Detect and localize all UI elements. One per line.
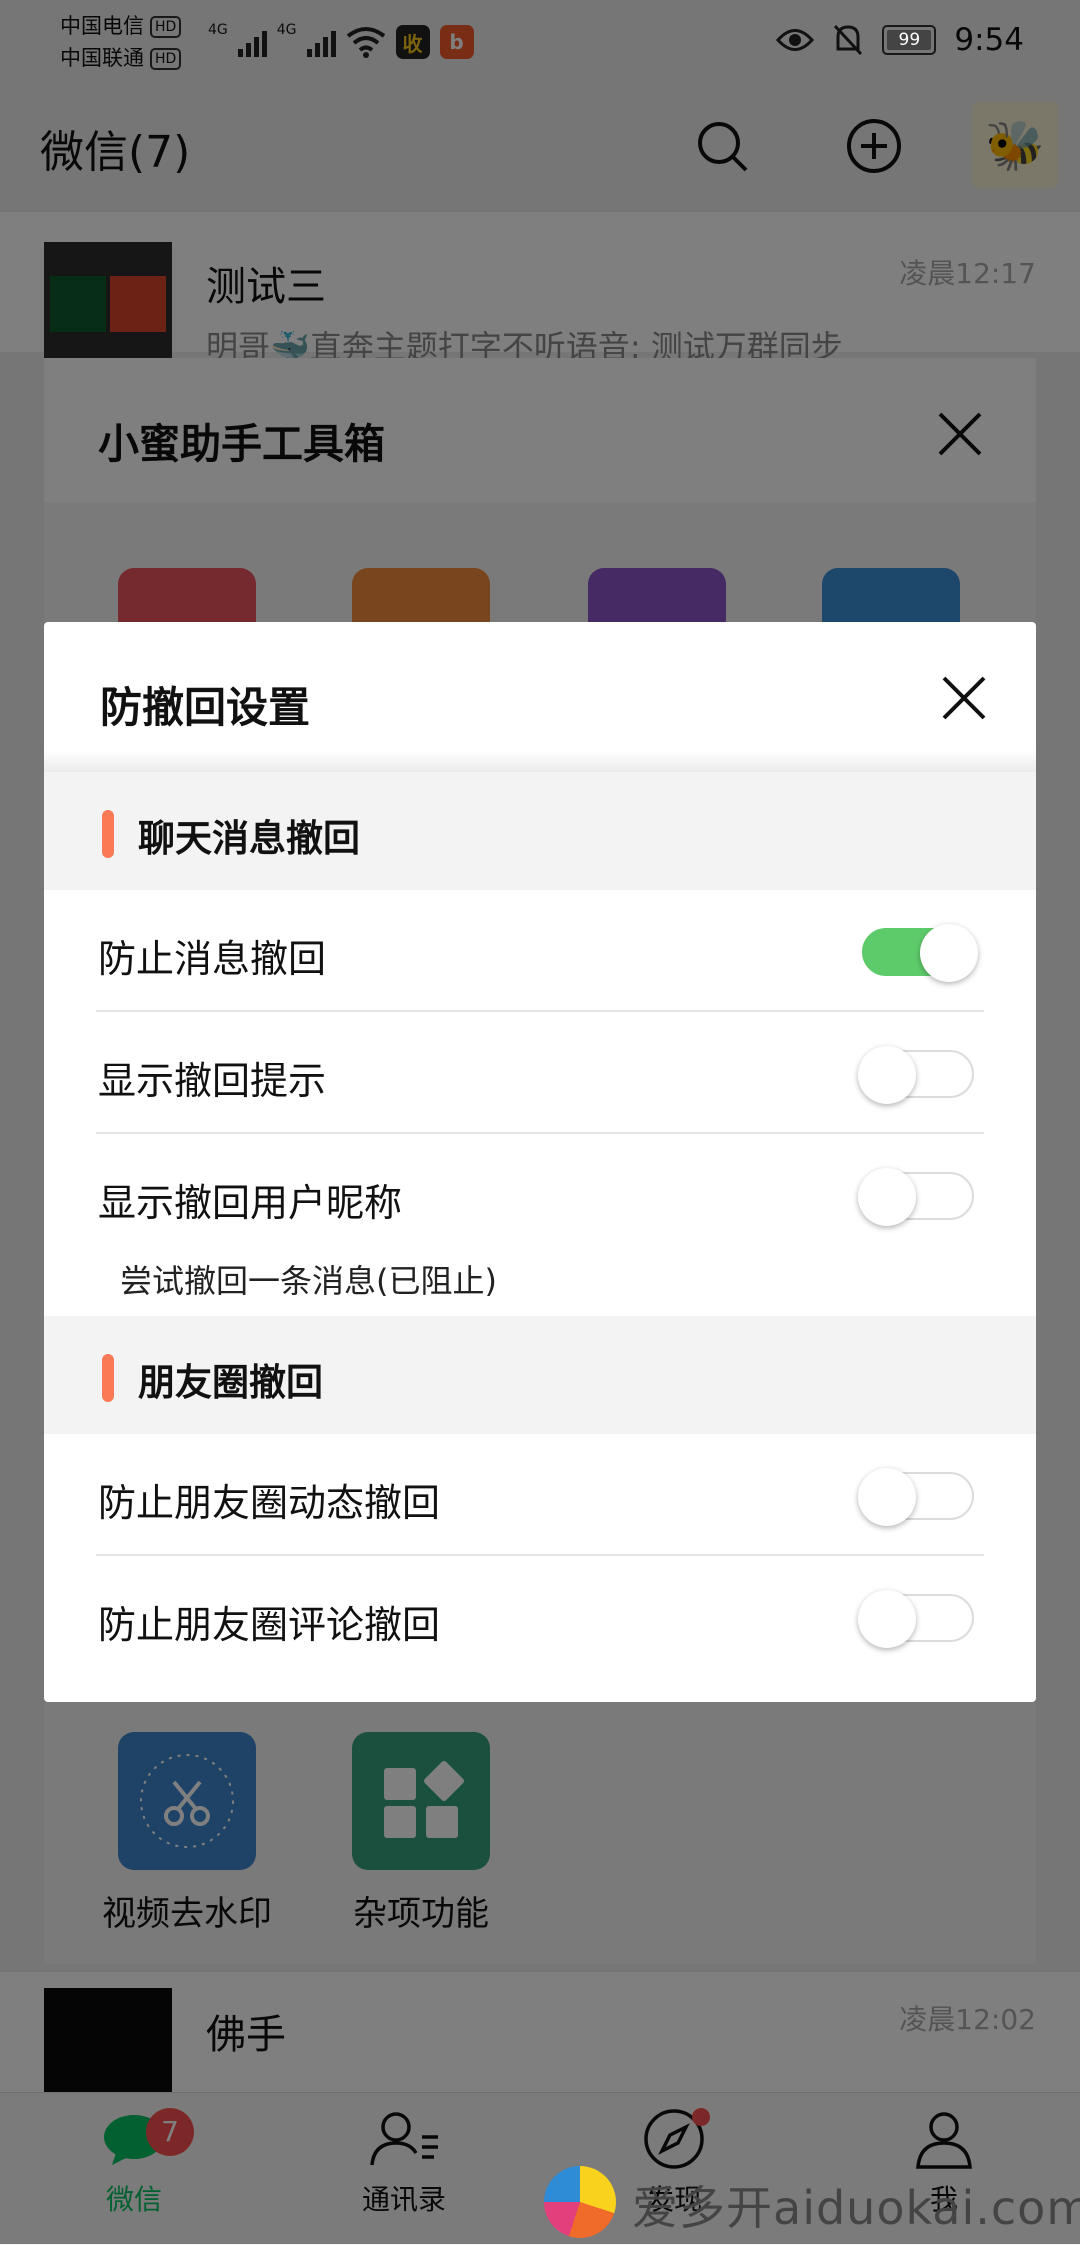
section-header: 聊天消息撤回 bbox=[44, 772, 1036, 890]
setting-row: 防止朋友圈评论撤回 bbox=[44, 1556, 1036, 1678]
setting-row: 防止朋友圈动态撤回 bbox=[44, 1434, 1036, 1556]
setting-label: 显示撤回用户昵称 bbox=[98, 1181, 403, 1225]
section-title: 朋友圈撤回 bbox=[138, 1361, 323, 1404]
setting-row: 防止消息撤回 bbox=[44, 890, 1036, 1012]
watermark-logo bbox=[544, 2166, 616, 2238]
dialog-title: 防撤回设置 bbox=[100, 683, 311, 732]
divider bbox=[44, 750, 1036, 772]
prevent-comment-recall-toggle[interactable] bbox=[858, 1590, 974, 1648]
setting-row: 显示撤回用户昵称 bbox=[44, 1134, 1036, 1256]
setting-label: 防止朋友圈评论撤回 bbox=[98, 1603, 441, 1647]
section-header: 朋友圈撤回 bbox=[44, 1316, 1036, 1434]
close-icon[interactable] bbox=[938, 672, 990, 724]
setting-label: 防止消息撤回 bbox=[98, 937, 327, 981]
section-accent-bar bbox=[102, 810, 114, 858]
show-recall-hint-toggle[interactable] bbox=[858, 1046, 974, 1104]
recall-preview-hint: 尝试撤回一条消息(已阻止) bbox=[120, 1262, 497, 1300]
show-recall-nickname-toggle[interactable] bbox=[858, 1168, 974, 1226]
prevent-moments-recall-toggle[interactable] bbox=[858, 1468, 974, 1526]
prevent-recall-toggle[interactable] bbox=[862, 924, 978, 982]
section-accent-bar bbox=[102, 1354, 114, 1402]
anti-recall-dialog: 防撤回设置 聊天消息撤回 防止消息撤回 显示撤回提示 显示撤回用户昵称 尝试撤回… bbox=[44, 622, 1036, 1702]
setting-label: 显示撤回提示 bbox=[98, 1059, 327, 1103]
setting-row: 显示撤回提示 bbox=[44, 1012, 1036, 1134]
section-title: 聊天消息撤回 bbox=[138, 817, 360, 860]
watermark-text: 爱多开aiduokai.com bbox=[632, 2181, 1080, 2235]
setting-label: 防止朋友圈动态撤回 bbox=[98, 1481, 441, 1525]
